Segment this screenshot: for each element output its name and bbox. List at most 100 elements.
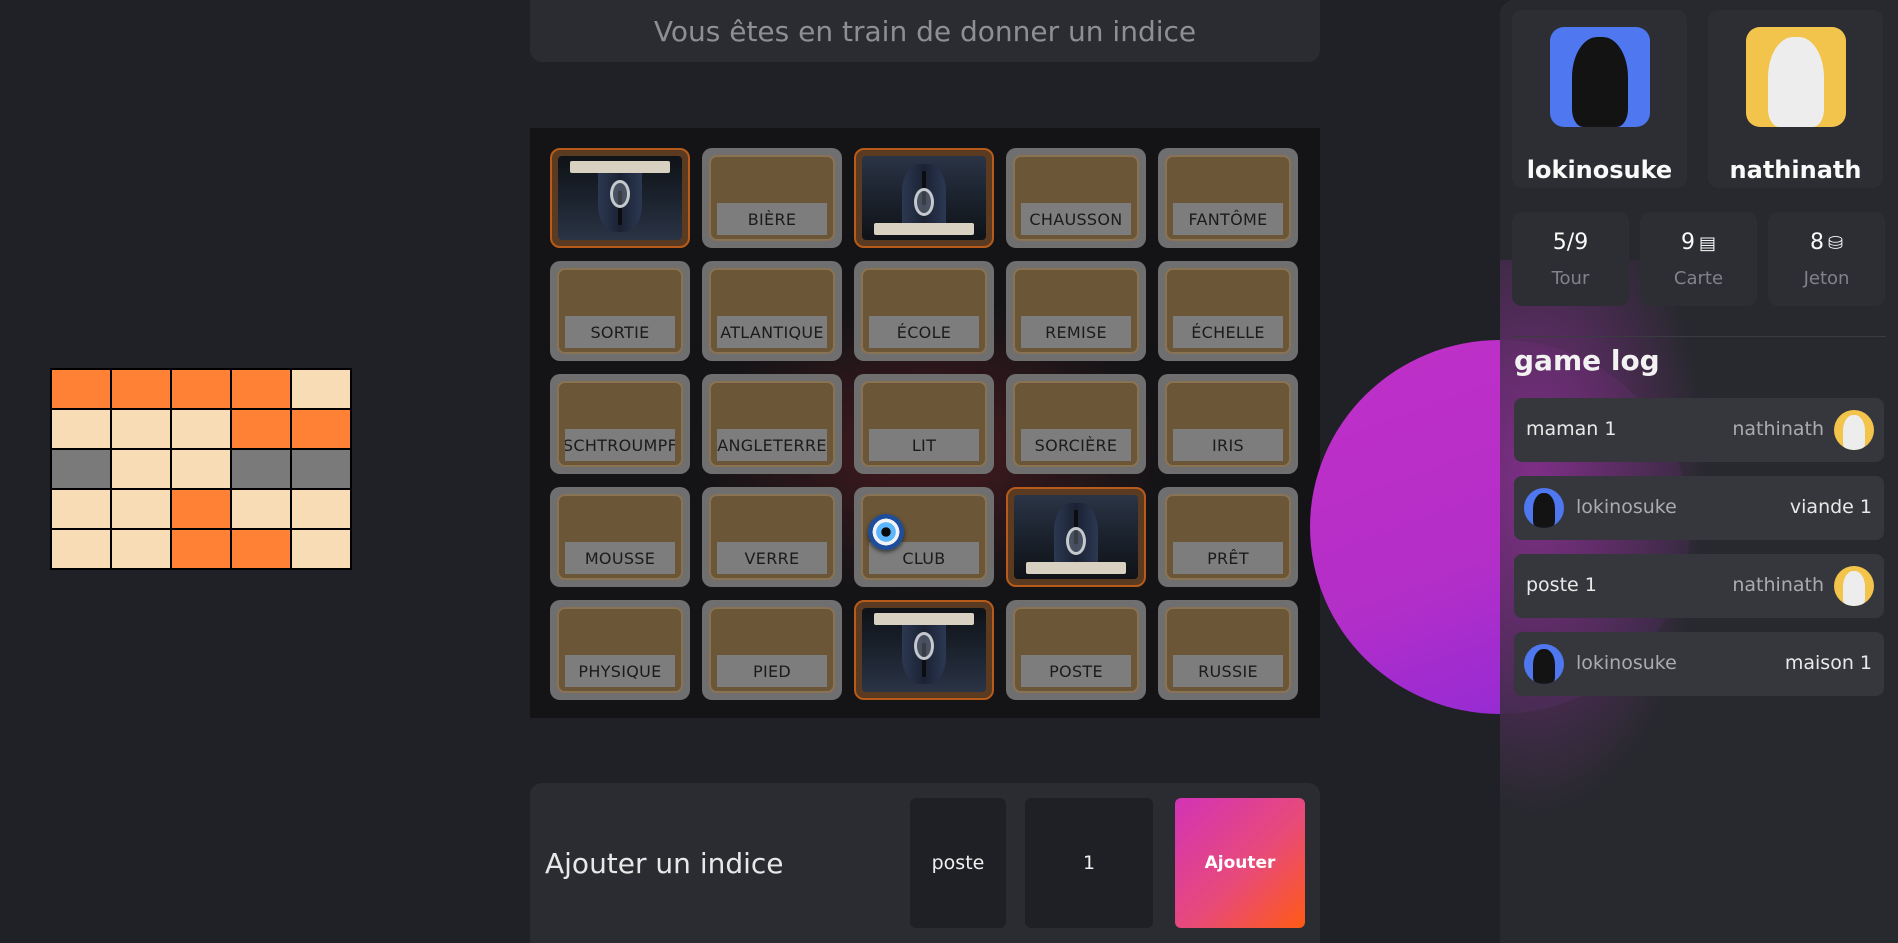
revealed-agent-card[interactable] [854,148,994,248]
stat-label: Jeton [1803,268,1850,289]
key-cell-blue [171,409,231,449]
word-card[interactable]: VERRE [702,487,842,587]
card-face: POSTE [1013,607,1139,693]
key-cell-black [231,449,291,489]
key-cell-blue [171,449,231,489]
stat-label: Carte [1673,268,1724,289]
agent-book [874,223,974,235]
word-card[interactable]: IRIS [1158,374,1298,474]
log-entry: poste 1 nathinath [1514,554,1884,618]
word-card[interactable]: PIED [702,600,842,700]
word-card[interactable]: PRÊT [1158,487,1298,587]
key-cell-blue [111,529,171,569]
game-log-title: game log [1514,344,1660,377]
card-word: ANGLETERRE [717,429,827,461]
card-face: VERRE [709,494,835,580]
avatar-figure-icon [1768,37,1824,127]
word-card[interactable]: PHYSIQUE [550,600,690,700]
word-card[interactable]: BIÈRE [702,148,842,248]
card-face: MOUSSE [557,494,683,580]
card-word: ÉCOLE [869,316,979,348]
divider [1512,336,1886,337]
stat-value: 9 ▤ [1680,230,1716,255]
avatar-figure-icon [1572,37,1628,127]
avatar [1834,410,1874,450]
word-card[interactable]: SORCIÈRE [1006,374,1146,474]
agent-lens [610,179,630,209]
card-word: PRÊT [1173,542,1283,574]
stat-value: 5/9 [1552,230,1589,255]
word-card[interactable]: ÉCHELLE [1158,261,1298,361]
key-cell-blue [231,489,291,529]
card-word: PIED [717,655,827,687]
clue-number-select[interactable]: 1 [1025,798,1153,928]
key-cell-blue [291,529,351,569]
avatar-figure-icon [1842,414,1866,450]
log-entry: maison 1 lokinosuke [1514,632,1884,696]
key-cell-red [51,369,111,409]
word-card[interactable]: REMISE [1006,261,1146,361]
key-cell-blue [111,449,171,489]
agent-image [862,156,986,240]
key-cell-red [111,369,171,409]
player-card-nathinath[interactable]: nathinath [1708,10,1883,188]
clue-form-title: Ajouter un indice [545,847,784,880]
card-word: VERRE [717,542,827,574]
avatar-figure-icon [1842,570,1866,606]
key-cell-black [291,449,351,489]
side-panel: lokinosuke nathinath 5/9 Tour 9 ▤ Carte 8… [1500,0,1898,943]
word-card[interactable]: LIT [854,374,994,474]
agent-image [558,156,682,240]
card-face: FANTÔME [1165,155,1291,241]
card-face: REMISE [1013,268,1139,354]
revealed-agent-card[interactable] [1006,487,1146,587]
clue-word-input[interactable]: poste [910,798,1006,928]
log-clue: poste 1 [1526,574,1597,596]
card-word: IRIS [1173,429,1283,461]
agent-book [1026,562,1126,574]
agent-image [1014,495,1138,579]
eye-marker-icon [868,514,904,550]
key-cell-blue [111,409,171,449]
card-face: PHYSIQUE [557,607,683,693]
card-word: POSTE [1021,655,1131,687]
word-card[interactable]: CHAUSSON [1006,148,1146,248]
word-card[interactable]: ATLANTIQUE [702,261,842,361]
word-card[interactable]: RUSSIE [1158,600,1298,700]
turn-status: Vous êtes en train de donner un indice [530,0,1320,62]
card-face: SORCIÈRE [1013,381,1139,467]
revealed-agent-card[interactable] [550,148,690,248]
avatar-figure-icon [1532,492,1556,528]
key-cell-black [51,449,111,489]
key-cell-blue [291,489,351,529]
agent-book [570,161,670,173]
card-word: REMISE [1021,316,1131,348]
log-clue: maman 1 [1526,418,1617,440]
word-card[interactable]: SCHTROUMPF [550,374,690,474]
word-card[interactable]: ANGLETERRE [702,374,842,474]
card-word: CHAUSSON [1021,203,1131,235]
stat-tokens: 8 ⛁ Jeton [1768,212,1885,306]
card-face: ANGLETERRE [709,381,835,467]
card-face: CHAUSSON [1013,155,1139,241]
word-card[interactable]: MOUSSE [550,487,690,587]
key-cell-blue [291,369,351,409]
card-face: RUSSIE [1165,607,1291,693]
card-face: ÉCOLE [861,268,987,354]
card-word: SORCIÈRE [1021,429,1131,461]
revealed-agent-card[interactable] [854,600,994,700]
key-cell-blue [51,489,111,529]
log-clue: viande 1 [1789,496,1872,518]
card-grid: BIÈRE CHAUSSON FANTÔME SORTIE ATLANTIQUE ÉCOL… [550,148,1298,700]
avatar [1524,488,1564,528]
word-card[interactable]: ÉCOLE [854,261,994,361]
key-map [50,368,352,570]
word-card[interactable]: SORTIE [550,261,690,361]
key-cell-red [231,369,291,409]
player-card-lokinosuke[interactable]: lokinosuke [1512,10,1687,188]
word-card[interactable]: POSTE [1006,600,1146,700]
player-name: nathinath [1729,156,1862,184]
add-clue-button[interactable]: Ajouter [1175,798,1305,928]
word-card[interactable]: FANTÔME [1158,148,1298,248]
stat-turn: 5/9 Tour [1512,212,1629,306]
